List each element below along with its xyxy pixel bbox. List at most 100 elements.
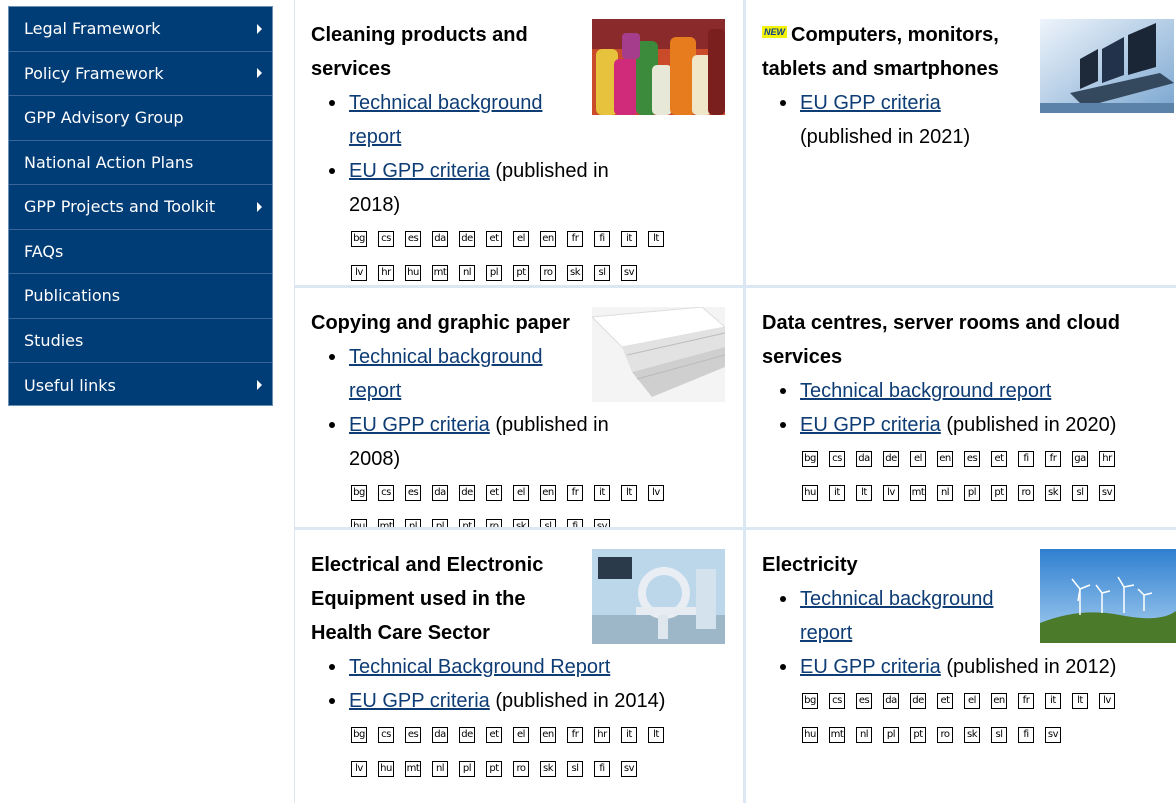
language-link-ro[interactable]: ro <box>1018 485 1034 501</box>
language-link-es[interactable]: es <box>964 451 980 467</box>
sidebar-item-studies[interactable]: Studies <box>9 319 272 363</box>
language-link-pt[interactable]: pt <box>991 485 1007 501</box>
language-link-mt[interactable]: mt <box>829 727 845 743</box>
language-link-lt[interactable]: lt <box>621 485 637 501</box>
language-link-pl[interactable]: pl <box>883 727 899 743</box>
language-link-it[interactable]: it <box>594 485 610 501</box>
language-link-da[interactable]: da <box>432 231 448 247</box>
language-link-fr[interactable]: fr <box>567 231 583 247</box>
language-link-el[interactable]: el <box>513 231 529 247</box>
language-link-da[interactable]: da <box>432 485 448 501</box>
language-link-lt[interactable]: lt <box>856 485 872 501</box>
language-link-sv[interactable]: sv <box>621 265 637 281</box>
language-link-bg[interactable]: bg <box>802 451 818 467</box>
language-link-en[interactable]: en <box>937 451 953 467</box>
language-link-sl[interactable]: sl <box>991 727 1007 743</box>
language-link-lv[interactable]: lv <box>648 485 664 501</box>
language-link-de[interactable]: de <box>459 231 475 247</box>
language-link-pl[interactable]: pl <box>964 485 980 501</box>
language-link-et[interactable]: et <box>991 451 1007 467</box>
language-link-sv[interactable]: sv <box>594 519 610 527</box>
language-link-pt[interactable]: pt <box>910 727 926 743</box>
language-link-nl[interactable]: nl <box>432 761 448 777</box>
language-link-es[interactable]: es <box>405 727 421 743</box>
language-link-fr[interactable]: fr <box>1045 451 1061 467</box>
language-link-de[interactable]: de <box>883 451 899 467</box>
sidebar-item-national-action-plans[interactable]: National Action Plans <box>9 141 272 185</box>
language-link-pl[interactable]: pl <box>459 761 475 777</box>
language-link-sk[interactable]: sk <box>540 761 556 777</box>
language-link-mt[interactable]: mt <box>405 761 421 777</box>
language-link-en[interactable]: en <box>540 231 556 247</box>
technical-report-link[interactable]: Technical background report <box>349 92 542 148</box>
language-link-el[interactable]: el <box>910 451 926 467</box>
language-link-pl[interactable]: pl <box>486 265 502 281</box>
language-link-hr[interactable]: hr <box>594 727 610 743</box>
language-link-el[interactable]: el <box>513 727 529 743</box>
language-link-sk[interactable]: sk <box>567 265 583 281</box>
language-link-ro[interactable]: ro <box>513 761 529 777</box>
language-link-sv[interactable]: sv <box>1045 727 1061 743</box>
language-link-fr[interactable]: fr <box>567 727 583 743</box>
language-link-pl[interactable]: pl <box>432 519 448 527</box>
language-link-sl[interactable]: sl <box>594 265 610 281</box>
technical-report-link[interactable]: Technical background report <box>800 588 993 644</box>
language-link-de[interactable]: de <box>459 485 475 501</box>
language-link-et[interactable]: et <box>486 727 502 743</box>
language-link-lv[interactable]: lv <box>883 485 899 501</box>
language-link-bg[interactable]: bg <box>351 727 367 743</box>
language-link-nl[interactable]: nl <box>405 519 421 527</box>
language-link-lv[interactable]: lv <box>1099 693 1115 709</box>
language-link-fr[interactable]: fr <box>567 485 583 501</box>
language-link-cs[interactable]: cs <box>378 231 394 247</box>
language-link-sl[interactable]: sl <box>567 761 583 777</box>
technical-report-link[interactable]: Technical background report <box>349 346 542 402</box>
language-link-sv[interactable]: sv <box>1099 485 1115 501</box>
language-link-es[interactable]: es <box>405 485 421 501</box>
language-link-fi[interactable]: fi <box>594 761 610 777</box>
language-link-pt[interactable]: pt <box>459 519 475 527</box>
language-link-bg[interactable]: bg <box>351 485 367 501</box>
language-link-sk[interactable]: sk <box>1045 485 1061 501</box>
language-link-it[interactable]: it <box>621 727 637 743</box>
language-link-lt[interactable]: lt <box>648 231 664 247</box>
language-link-et[interactable]: et <box>486 485 502 501</box>
language-link-pt[interactable]: pt <box>486 761 502 777</box>
language-link-it[interactable]: it <box>1045 693 1061 709</box>
language-link-sl[interactable]: sl <box>540 519 556 527</box>
language-link-hu[interactable]: hu <box>378 761 394 777</box>
language-link-bg[interactable]: bg <box>802 693 818 709</box>
language-link-en[interactable]: en <box>540 485 556 501</box>
language-link-et[interactable]: et <box>486 231 502 247</box>
language-link-el[interactable]: el <box>513 485 529 501</box>
language-link-sk[interactable]: sk <box>513 519 529 527</box>
language-link-da[interactable]: da <box>883 693 899 709</box>
language-link-ro[interactable]: ro <box>937 727 953 743</box>
language-link-nl[interactable]: nl <box>459 265 475 281</box>
language-link-cs[interactable]: cs <box>378 727 394 743</box>
language-link-lv[interactable]: lv <box>351 761 367 777</box>
language-link-lv[interactable]: lv <box>351 265 367 281</box>
language-link-et[interactable]: et <box>937 693 953 709</box>
language-link-nl[interactable]: nl <box>937 485 953 501</box>
sidebar-item-gpp-projects-and-toolkit[interactable]: GPP Projects and Toolkit <box>9 185 272 230</box>
language-link-it[interactable]: it <box>621 231 637 247</box>
language-link-nl[interactable]: nl <box>856 727 872 743</box>
language-link-fi[interactable]: fi <box>1018 451 1034 467</box>
gpp-criteria-link[interactable]: EU GPP criteria <box>800 92 941 114</box>
language-link-en[interactable]: en <box>991 693 1007 709</box>
language-link-el[interactable]: el <box>964 693 980 709</box>
language-link-ga[interactable]: ga <box>1072 451 1088 467</box>
language-link-da[interactable]: da <box>432 727 448 743</box>
language-link-fi[interactable]: fi <box>594 231 610 247</box>
language-link-sl[interactable]: sl <box>1072 485 1088 501</box>
technical-report-link[interactable]: Technical background report <box>800 380 1051 402</box>
language-link-mt[interactable]: mt <box>378 519 394 527</box>
language-link-de[interactable]: de <box>459 727 475 743</box>
language-link-sv[interactable]: sv <box>621 761 637 777</box>
language-link-pt[interactable]: pt <box>513 265 529 281</box>
language-link-da[interactable]: da <box>856 451 872 467</box>
gpp-criteria-link[interactable]: EU GPP criteria <box>349 160 490 182</box>
sidebar-item-useful-links[interactable]: Useful links <box>9 363 272 408</box>
language-link-bg[interactable]: bg <box>351 231 367 247</box>
